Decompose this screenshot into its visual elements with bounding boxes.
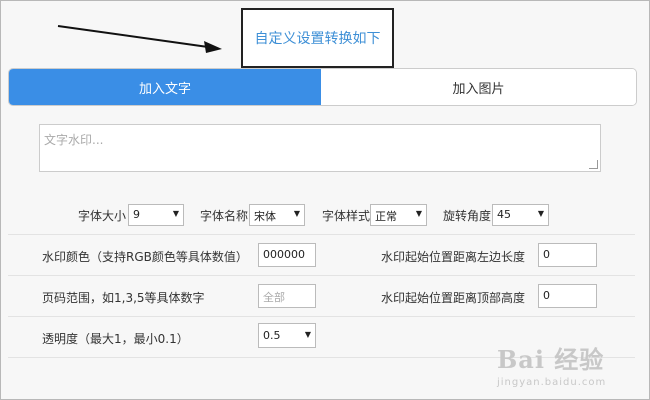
divider bbox=[8, 275, 635, 276]
font-style-value: 正常 bbox=[375, 210, 397, 223]
divider bbox=[8, 234, 635, 235]
baidu-jingyan-watermark: Bai 经验 jingyan.baidu.com bbox=[497, 340, 606, 388]
left-offset-value: 0 bbox=[543, 248, 550, 261]
chevron-down-icon: ▼ bbox=[415, 209, 422, 218]
page-range-input[interactable]: 全部 bbox=[258, 284, 316, 308]
top-offset-value: 0 bbox=[543, 289, 550, 302]
callout-text: 自定义设置转换如下 bbox=[254, 31, 381, 47]
page-range-placeholder: 全部 bbox=[263, 291, 285, 304]
color-label: 水印颜色（支持RGB颜色等具体数值） bbox=[42, 250, 248, 264]
font-settings-row: 字体大小 9 ▼ 字体名称 宋体 ▼ 字体样式 正常 ▼ 旋转角度 45 ▼ bbox=[0, 203, 650, 229]
pointer-arrow bbox=[57, 25, 222, 53]
mode-tabs: 加入文字 加入图片 bbox=[8, 68, 637, 106]
font-style-label: 字体样式 bbox=[322, 209, 371, 223]
chevron-down-icon: ▼ bbox=[537, 209, 544, 218]
watermark-text-placeholder: 文字水印... bbox=[44, 133, 104, 147]
font-name-select[interactable]: 宋体 ▼ bbox=[249, 204, 305, 226]
color-input[interactable]: 000000 bbox=[258, 243, 316, 267]
opacity-value: 0.5 bbox=[263, 329, 281, 342]
font-name-label: 字体名称 bbox=[200, 209, 249, 223]
font-name-value: 宋体 bbox=[254, 210, 276, 223]
font-size-label: 字体大小 bbox=[78, 209, 127, 223]
tab-add-text[interactable]: 加入文字 bbox=[9, 69, 321, 105]
resize-grip-icon[interactable] bbox=[589, 160, 598, 169]
top-offset-label: 水印起始位置距离顶部高度 bbox=[381, 291, 526, 305]
font-size-select[interactable]: 9 ▼ bbox=[128, 204, 184, 226]
tab-add-image-label: 加入图片 bbox=[452, 81, 505, 97]
callout-box: 自定义设置转换如下 bbox=[241, 8, 394, 68]
left-offset-label: 水印起始位置距离左边长度 bbox=[381, 250, 526, 264]
rotation-value: 45 bbox=[497, 208, 511, 221]
chevron-down-icon: ▼ bbox=[304, 330, 311, 339]
font-size-value: 9 bbox=[133, 208, 140, 221]
page-range-label: 页码范围，如1,3,5等具体数字 bbox=[42, 291, 205, 305]
chevron-down-icon: ▼ bbox=[293, 209, 300, 218]
rotation-label: 旋转角度 bbox=[443, 209, 492, 223]
top-offset-input[interactable]: 0 bbox=[538, 284, 597, 308]
left-offset-input[interactable]: 0 bbox=[538, 243, 597, 267]
divider bbox=[8, 316, 635, 317]
tab-add-image[interactable]: 加入图片 bbox=[321, 69, 636, 105]
chevron-down-icon: ▼ bbox=[172, 209, 179, 218]
opacity-label: 透明度（最大1，最小0.1） bbox=[42, 332, 189, 346]
color-value: 000000 bbox=[263, 248, 305, 261]
opacity-select[interactable]: 0.5 ▼ bbox=[258, 323, 316, 348]
font-style-select[interactable]: 正常 ▼ bbox=[370, 204, 427, 226]
watermark-text-input[interactable]: 文字水印... bbox=[39, 124, 601, 172]
tab-add-text-label: 加入文字 bbox=[138, 81, 191, 97]
watermark-url: jingyan.baidu.com bbox=[497, 377, 607, 388]
rotation-select[interactable]: 45 ▼ bbox=[492, 204, 549, 226]
watermark-brand: Bai 经验 bbox=[497, 345, 605, 374]
